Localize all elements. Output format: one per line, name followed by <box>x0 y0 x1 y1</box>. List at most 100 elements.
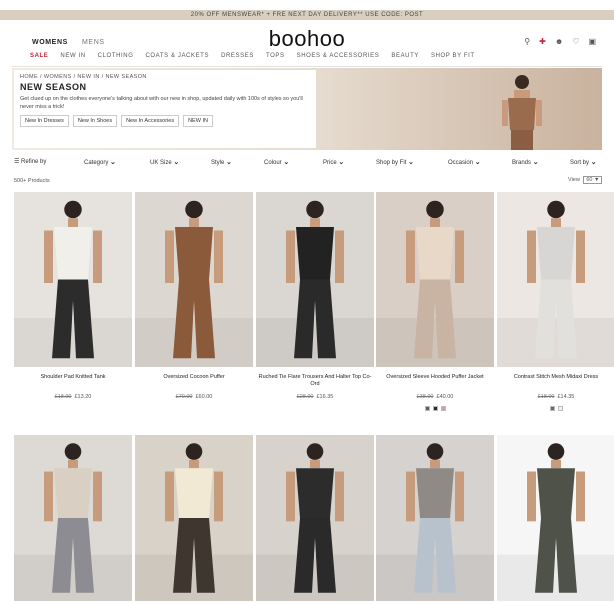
view-select[interactable]: 60 ▼ <box>583 176 603 184</box>
flag-icon[interactable]: ✚ <box>539 37 546 46</box>
original-price: £18.00 <box>537 394 555 400</box>
filter-brands[interactable]: Brands ⌄ <box>512 158 539 166</box>
user-icon[interactable]: ☻ <box>555 37 563 46</box>
nav-item-clothing[interactable]: CLOTHING <box>98 53 134 65</box>
filter-style[interactable]: Style ⌄ <box>211 158 232 166</box>
original-price: £38.00 <box>416 394 434 400</box>
colour-swatch[interactable] <box>557 406 563 411</box>
nav-item-coats-jackets[interactable]: COATS & JACKETS <box>145 53 209 65</box>
product-card[interactable]: Shoulder Pad Knitted Tank £18.00 £13.20 <box>14 192 132 400</box>
view-value: 60 <box>586 177 593 183</box>
product-price: £18.00 £13.20 <box>14 394 132 400</box>
promo-text: 20% OFF MENSWEAR* + FRE NEXT DAY DELIVER… <box>190 12 424 18</box>
original-price: £28.00 <box>296 394 314 400</box>
filter-price[interactable]: Price ⌄ <box>323 158 344 166</box>
product-image[interactable] <box>376 192 494 367</box>
filter-shop-by-fit[interactable]: Shop by Fit ⌄ <box>376 158 414 166</box>
product-card[interactable] <box>135 435 253 601</box>
product-price: £38.00 £40.00 <box>376 394 494 400</box>
product-name[interactable]: Ruched Tie Flare Trousers And Halter Top… <box>256 374 374 390</box>
nav-item-beauty[interactable]: BEAUTY <box>391 53 419 65</box>
product-image[interactable] <box>135 192 253 367</box>
model-figure <box>497 443 614 601</box>
nav-item-tops[interactable]: TOPS <box>266 53 285 65</box>
colour-swatch[interactable] <box>432 406 438 411</box>
nav-item-sale[interactable]: SALE <box>30 53 48 65</box>
filter-category[interactable]: Category ⌄ <box>84 158 116 166</box>
quick-links: New In Dresses New In Shoes New In Acces… <box>20 115 310 127</box>
chip-new-in-accessories[interactable]: New In Accessories <box>121 115 180 127</box>
filter-label: Price <box>323 160 337 166</box>
filter-label: Style <box>211 160 225 166</box>
product-card[interactable]: Oversized Cocoon Puffer £70.00 £60.00 <box>135 192 253 400</box>
refine-label: Refine by <box>21 159 47 165</box>
chip-new-in[interactable]: NEW IN <box>183 115 213 127</box>
filter-label: Shop by Fit <box>376 160 407 166</box>
nav-item-shop-by-fit[interactable]: SHOP BY FIT <box>431 53 475 65</box>
model-figure <box>14 200 132 367</box>
product-card[interactable]: Oversized Sleeve Hooded Puffer Jacket £38… <box>376 192 494 411</box>
product-card[interactable] <box>14 435 132 601</box>
product-image[interactable] <box>135 435 253 601</box>
sort-by[interactable]: Sort by ⌄ <box>570 158 597 166</box>
product-card[interactable] <box>497 435 614 601</box>
colour-swatches <box>497 406 614 411</box>
filter-label: Brands <box>512 160 532 166</box>
product-image[interactable] <box>14 192 132 367</box>
product-card[interactable]: Contrast Stitch Mesh Midaxi Dress £18.00 £… <box>497 192 614 411</box>
breadcrumb[interactable]: HOME / WOMENS / NEW IN / NEW SEASON <box>20 74 310 80</box>
filter-size[interactable]: UK Size ⌄ <box>150 158 179 166</box>
sale-price: £16.35 <box>316 394 334 400</box>
site-logo[interactable]: boohoo <box>0 26 614 52</box>
filter-label: Category <box>84 160 109 166</box>
filter-bar: ☰ Refine by Category ⌄ UK Size ⌄ Style ⌄… <box>14 158 608 170</box>
page-title: NEW SEASON <box>20 82 87 92</box>
chevron-down-icon: ⌄ <box>590 159 597 166</box>
model-figure <box>376 200 494 367</box>
search-icon[interactable]: ⚲ <box>524 37 530 46</box>
product-name[interactable]: Contrast Stitch Mesh Midaxi Dress <box>497 374 614 390</box>
product-image[interactable] <box>256 435 374 601</box>
product-card[interactable] <box>256 435 374 601</box>
product-name[interactable]: Oversized Sleeve Hooded Puffer Jacket <box>376 374 494 390</box>
chevron-down-icon: ⌄ <box>173 159 180 166</box>
nav-item-dresses[interactable]: DRESSES <box>221 53 254 65</box>
product-card[interactable] <box>376 435 494 601</box>
chip-new-in-shoes[interactable]: New In Shoes <box>72 115 118 127</box>
product-name[interactable]: Shoulder Pad Knitted Tank <box>14 374 132 390</box>
refine-button[interactable]: ☰ Refine by <box>14 158 46 165</box>
filter-colour[interactable]: Colour ⌄ <box>264 158 289 166</box>
hero-text-panel: HOME / WOMENS / NEW IN / NEW SEASON NEW … <box>14 70 316 148</box>
heart-icon[interactable]: ♡ <box>572 37 579 46</box>
product-image[interactable] <box>497 192 614 367</box>
chevron-down-icon: ⌄ <box>226 159 232 166</box>
chevron-down-icon: ⌄ <box>283 159 290 166</box>
model-figure <box>256 443 374 601</box>
product-image[interactable] <box>256 192 374 367</box>
colour-swatch[interactable] <box>549 406 555 411</box>
product-price: £70.00 £60.00 <box>135 394 253 400</box>
nav-item-shoes-accessories[interactable]: SHOES & ACCESSORIES <box>297 53 380 65</box>
view-selector[interactable]: View 60 ▼ <box>568 176 603 184</box>
product-count: 500+ Products <box>14 178 50 184</box>
bag-icon[interactable]: ▣ <box>588 37 596 46</box>
model-figure <box>14 443 132 601</box>
view-label: View <box>568 177 580 183</box>
product-card[interactable]: Ruched Tie Flare Trousers And Halter Top… <box>256 192 374 400</box>
chip-new-in-dresses[interactable]: New In Dresses <box>20 115 69 127</box>
chevron-down-icon: ⌄ <box>408 159 414 166</box>
product-name[interactable]: Oversized Cocoon Puffer <box>135 374 253 390</box>
original-price: £70.00 <box>175 394 193 400</box>
colour-swatch[interactable] <box>424 406 430 411</box>
product-price: £18.00 £14.35 <box>497 394 614 400</box>
nav-item-new-in[interactable]: NEW IN <box>60 53 85 65</box>
product-image[interactable] <box>497 435 614 601</box>
colour-swatch[interactable] <box>440 406 446 411</box>
model-figure <box>497 200 614 367</box>
filter-occasion[interactable]: Occasion ⌄ <box>448 158 481 166</box>
product-image[interactable] <box>376 435 494 601</box>
colour-swatches <box>376 406 494 411</box>
product-image[interactable] <box>14 435 132 601</box>
filter-label: Sort by <box>570 160 590 166</box>
top-nav: WOMENS MENS boohoo ⚲ ✚ ☻ ♡ ▣ <box>0 22 614 52</box>
